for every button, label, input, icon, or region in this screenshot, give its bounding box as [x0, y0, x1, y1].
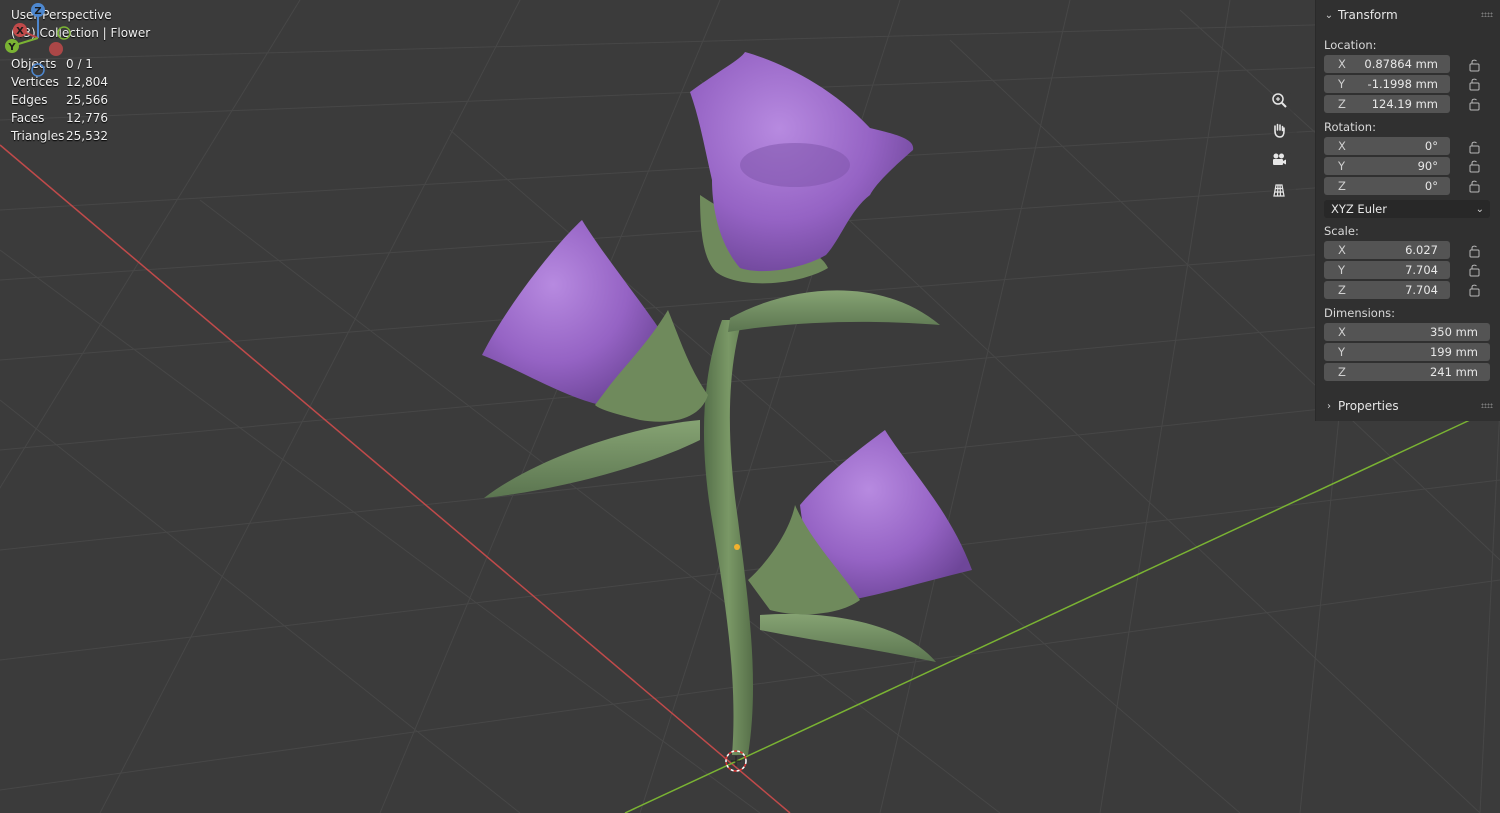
field-value: 0°	[1424, 139, 1438, 153]
stat-value: 25,566	[66, 93, 108, 107]
field-value: 350 mm	[1429, 325, 1478, 339]
lock-icon[interactable]	[1468, 263, 1482, 277]
scale-x-field[interactable]: X 6.027	[1324, 241, 1450, 259]
hand-pan-icon[interactable]	[1271, 122, 1297, 148]
scale-z-field[interactable]: Z 7.704	[1324, 281, 1450, 299]
field-value: -1.1998 mm	[1367, 77, 1438, 91]
axis-label: Z	[1338, 179, 1346, 193]
stat-label: Faces	[11, 111, 45, 125]
rotation-z-field[interactable]: Z 0°	[1324, 177, 1450, 195]
transform-panel-header[interactable]: ⌄ Transform	[1316, 1, 1500, 29]
field-value: 7.704	[1405, 283, 1438, 297]
grid-ortho-icon[interactable]	[1271, 182, 1297, 208]
lock-icon[interactable]	[1468, 140, 1482, 154]
location-z-field[interactable]: Z 124.19 mm	[1324, 95, 1450, 113]
lock-icon[interactable]	[1468, 179, 1482, 193]
axis-label: Z	[1338, 283, 1346, 297]
lock-icon[interactable]	[1468, 244, 1482, 258]
field-value: 7.704	[1405, 263, 1438, 277]
scale-y-field[interactable]: Y 7.704	[1324, 261, 1450, 279]
navigation-gizmo[interactable]: Z X Y	[0, 0, 80, 80]
axis-label: Z	[1338, 365, 1346, 379]
scale-label: Scale:	[1324, 224, 1359, 238]
drag-grip-icon[interactable]	[1481, 12, 1493, 17]
leaf-right-bottom	[760, 613, 936, 662]
gizmo-neg-z-icon[interactable]	[31, 63, 45, 77]
gizmo-y-label: Y	[7, 42, 16, 53]
transform-panel-title: Transform	[1338, 8, 1398, 22]
zoom-icon[interactable]	[1271, 92, 1297, 118]
field-value: 0.87864 mm	[1364, 57, 1438, 71]
drag-grip-icon[interactable]	[1481, 403, 1493, 408]
rotation-mode-select[interactable]: XYZ Euler ⌄	[1324, 200, 1490, 218]
location-label: Location:	[1324, 38, 1377, 52]
rotation-x-field[interactable]: X 0°	[1324, 137, 1450, 155]
gizmo-x-label: X	[16, 26, 24, 37]
rotation-label: Rotation:	[1324, 120, 1376, 134]
lock-icon[interactable]	[1468, 159, 1482, 173]
lock-icon[interactable]	[1468, 77, 1482, 91]
leaf-right-top	[728, 290, 940, 332]
axis-label: X	[1338, 243, 1346, 257]
field-value: 124.19 mm	[1371, 97, 1438, 111]
flower-top-throat	[740, 143, 850, 187]
stat-edges: Edges 25,566	[11, 91, 108, 109]
stat-triangles: Triangles 25,532	[11, 127, 108, 145]
field-value: 0°	[1424, 179, 1438, 193]
stat-label: Edges	[11, 93, 48, 107]
location-x-field[interactable]: X 0.87864 mm	[1324, 55, 1450, 73]
axis-label: Y	[1338, 77, 1346, 91]
axis-label: X	[1338, 139, 1346, 153]
gizmo-z-label: Z	[34, 6, 41, 17]
stat-faces: Faces 12,776	[11, 109, 108, 127]
dimensions-y-field[interactable]: Y 199 mm	[1324, 343, 1490, 361]
field-value: 90°	[1417, 159, 1438, 173]
axis-label: Z	[1338, 97, 1346, 111]
axis-label: Y	[1338, 159, 1346, 173]
dimensions-z-field[interactable]: Z 241 mm	[1324, 363, 1490, 381]
axis-label: X	[1338, 325, 1346, 339]
lock-icon[interactable]	[1468, 97, 1482, 111]
axis-label: Y	[1338, 345, 1346, 359]
properties-panel-title: Properties	[1338, 399, 1399, 413]
y-axis-line	[624, 419, 1471, 813]
rotation-y-field[interactable]: Y 90°	[1324, 157, 1450, 175]
gizmo-neg-y-icon[interactable]	[57, 26, 71, 40]
properties-panel-header[interactable]: › Properties	[1316, 392, 1500, 420]
axis-label: X	[1338, 57, 1346, 71]
rotation-mode-value: XYZ Euler	[1331, 202, 1387, 216]
x-axis-line	[0, 144, 791, 813]
stat-label: Triangles	[11, 129, 65, 143]
field-value: 199 mm	[1429, 345, 1478, 359]
lock-icon[interactable]	[1468, 283, 1482, 297]
location-y-field[interactable]: Y -1.1998 mm	[1324, 75, 1450, 93]
chevron-right-icon: ›	[1327, 400, 1331, 412]
dimensions-label: Dimensions:	[1324, 306, 1395, 320]
field-value: 6.027	[1405, 243, 1438, 257]
gizmo-neg-x-icon[interactable]	[49, 42, 63, 56]
stat-value: 25,532	[66, 129, 108, 143]
chevron-down-icon: ⌄	[1324, 9, 1334, 21]
object-origin-dot	[734, 544, 740, 550]
field-value: 241 mm	[1429, 365, 1478, 379]
lock-icon[interactable]	[1468, 58, 1482, 72]
leaf-left	[484, 420, 700, 498]
3d-viewport[interactable]: User Perspective (43) Collection | Flowe…	[0, 0, 1500, 813]
chevron-down-icon: ⌄	[1475, 203, 1484, 215]
axis-label: Y	[1338, 263, 1346, 277]
stat-value: 12,776	[66, 111, 108, 125]
dimensions-x-field[interactable]: X 350 mm	[1324, 323, 1490, 341]
camera-icon[interactable]	[1271, 152, 1297, 178]
